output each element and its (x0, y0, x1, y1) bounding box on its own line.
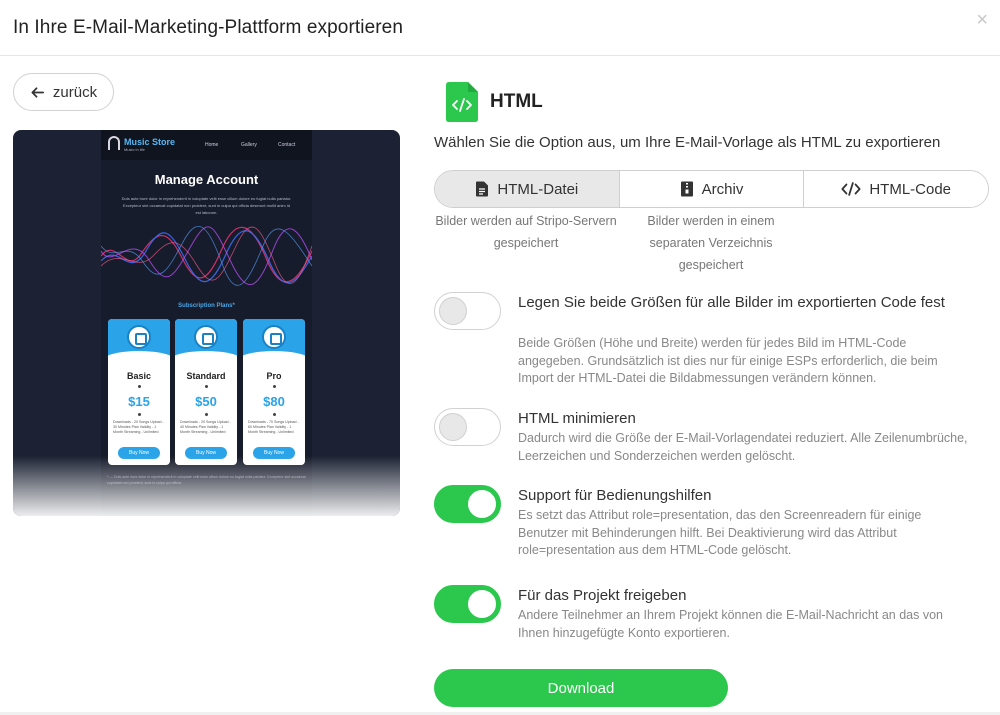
preview-nav-link: Gallery (241, 142, 257, 148)
tab-description: Bilder werden in einem separaten Verzeic… (647, 214, 775, 272)
plan-price: $50 (195, 394, 217, 409)
plan-card: Basic $15 Downloads - 20 Songs Upload - … (108, 319, 170, 465)
soundwave-graphic (101, 226, 312, 286)
plan-icon (194, 325, 218, 349)
code-icon (841, 182, 861, 196)
back-button[interactable]: zurück (13, 73, 114, 111)
option-label: Für das Projekt freigeben (518, 587, 687, 604)
html-file-icon (446, 82, 478, 122)
toggle-accessibility[interactable] (434, 485, 501, 523)
plan-price: $80 (263, 394, 285, 409)
preview-brand: Music Store (124, 137, 176, 147)
preview-plans-title: Subscription Plans* (178, 303, 235, 309)
plan-name: Standard (186, 371, 226, 381)
option-description: Andere Teilnehmer an Ihrem Projekt könne… (518, 608, 943, 640)
format-title: HTML (490, 91, 543, 112)
toggle-share-project[interactable] (434, 585, 501, 623)
download-button[interactable]: Download (434, 669, 728, 707)
email-preview: Music Store Music in life Home Gallery C… (13, 130, 400, 516)
plan-features: Downloads - 20 Songs Upload - 40 Minutes… (180, 420, 231, 434)
plan-name: Pro (266, 371, 282, 381)
preview-intro: Duis aute irure dolor in reprehenderit i… (121, 196, 292, 215)
document-icon (476, 181, 489, 197)
modal-header: In Ihre E-Mail-Marketing-Plattform expor… (0, 0, 1000, 56)
tab-label: HTML-Code (869, 180, 952, 198)
archive-icon (680, 181, 693, 197)
plan-name: Basic (126, 371, 152, 381)
preview-nav-link: Home (205, 142, 219, 148)
tab-description: Bilder werden auf Stripo-Servern gespeic… (435, 214, 617, 250)
back-label: zurück (52, 83, 98, 101)
plan-icon (127, 325, 151, 349)
export-type-selector: HTML-Datei Archiv HTML-Code (434, 170, 989, 208)
preview-nav-link: Contact (278, 142, 296, 148)
arrow-left-icon (31, 86, 44, 98)
option-description: Es setzt das Attribut role=presentation,… (518, 508, 922, 557)
close-icon[interactable]: × (976, 10, 988, 30)
toggle-minify-html[interactable] (434, 408, 501, 446)
toggle-image-sizes[interactable] (434, 292, 501, 330)
tab-label: HTML-Datei (497, 180, 579, 198)
tab-label: Archiv (701, 180, 744, 198)
plan-features: Downloads - 20 Songs Upload - 30 Minutes… (113, 420, 164, 434)
option-label: HTML minimieren (518, 410, 636, 427)
format-header: HTML (446, 82, 543, 122)
option-description: Beide Größen (Höhe und Breite) werden fü… (518, 336, 938, 385)
preview-tagline: Music in life (124, 147, 145, 152)
tab-html-code[interactable]: HTML-Code (804, 171, 988, 207)
plan-card: Standard $50 Downloads - 20 Songs Upload… (175, 319, 237, 465)
option-label: Legen Sie beide Größen für alle Bilder i… (518, 294, 945, 311)
plan-icon (262, 325, 286, 349)
tab-archive[interactable]: Archiv (619, 171, 805, 207)
preview-fade (13, 456, 400, 516)
tab-html-file[interactable]: HTML-Datei (435, 171, 620, 207)
headphones-icon (108, 136, 120, 150)
option-description: Dadurch wird die Größe der E-Mail-Vorlag… (518, 431, 968, 463)
option-label: Support für Bedienungshilfen (518, 487, 712, 504)
export-subtitle: Wählen Sie die Option aus, um Ihre E-Mai… (434, 134, 941, 151)
export-modal: In Ihre E-Mail-Marketing-Plattform expor… (0, 0, 1000, 715)
preview-nav: Music Store Music in life Home Gallery C… (101, 130, 312, 160)
plan-card: Pro $80 Downloads - 70 Songs Upload - 60… (243, 319, 305, 465)
modal-title: In Ihre E-Mail-Marketing-Plattform expor… (13, 16, 404, 38)
preview-heading: Manage Account (154, 172, 259, 187)
plan-features: Downloads - 70 Songs Upload - 60 Minutes… (248, 420, 299, 434)
plan-price: $15 (128, 394, 150, 409)
